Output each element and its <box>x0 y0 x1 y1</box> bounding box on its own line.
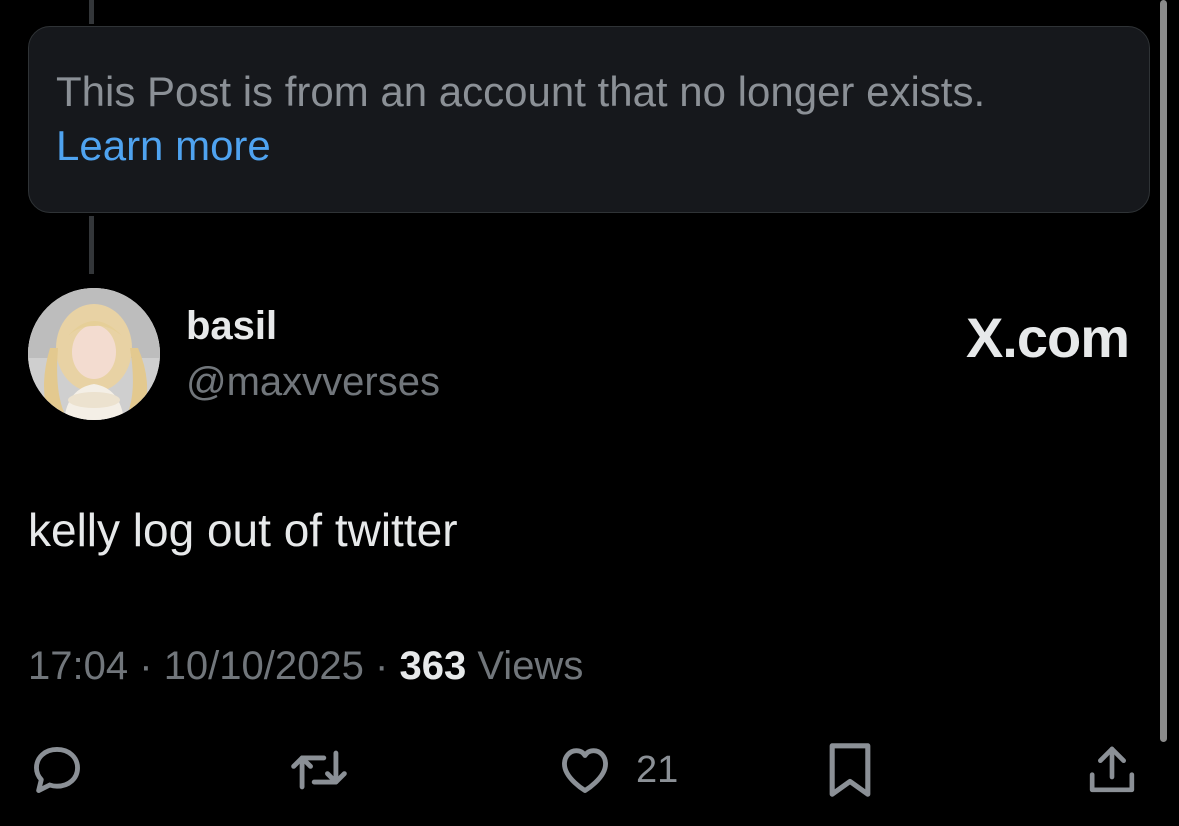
share-icon <box>1089 746 1135 793</box>
views-label[interactable]: Views <box>477 644 583 688</box>
author-display-name[interactable]: basil <box>186 302 277 350</box>
brand-label: X.com <box>965 306 1130 369</box>
scrollbar[interactable] <box>1160 0 1167 742</box>
post-meta: 17:04 · 10/10/2025 · 363 Views <box>28 642 583 690</box>
avatar[interactable] <box>28 288 160 420</box>
meta-separator: · <box>139 644 153 688</box>
post-time[interactable]: 17:04 <box>28 644 128 688</box>
repost-button[interactable] <box>286 740 352 800</box>
deleted-account-notice: This Post is from an account that no lon… <box>28 26 1150 213</box>
post-date[interactable]: 10/10/2025 <box>164 644 364 688</box>
thread-connector-bottom <box>89 216 94 274</box>
reply-icon <box>34 747 80 793</box>
learn-more-link[interactable]: Learn more <box>56 119 1149 173</box>
reply-button[interactable] <box>28 740 86 800</box>
heart-icon <box>562 748 608 793</box>
thread-connector-top <box>89 0 94 24</box>
notice-text: This Post is from an account that no lon… <box>56 68 986 115</box>
meta-separator: · <box>375 644 389 688</box>
repost-icon <box>291 750 347 790</box>
post-text: kelly log out of twitter <box>28 504 458 556</box>
like-button[interactable]: 21 <box>556 740 678 800</box>
share-button[interactable] <box>1084 740 1140 800</box>
bookmark-button[interactable] <box>822 740 878 800</box>
author-handle[interactable]: @maxvverses <box>186 358 440 406</box>
profile-photo-icon <box>28 288 160 420</box>
like-count: 21 <box>636 748 679 791</box>
views-count[interactable]: 363 <box>399 644 466 688</box>
bookmark-icon <box>829 743 871 797</box>
